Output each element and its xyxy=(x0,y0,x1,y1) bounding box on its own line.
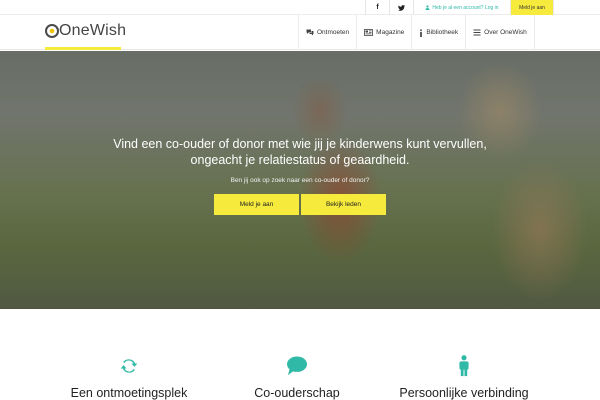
chat-bubbles-icon xyxy=(306,29,314,36)
hero-members-label: Bekijk leden xyxy=(325,201,362,208)
hero-join-label: Meld je aan xyxy=(239,201,274,208)
topbar-join-label: Meld je aan xyxy=(519,4,545,11)
newspaper-icon xyxy=(364,29,374,36)
top-utility-bar: f Heb je al een account? Log in Meld je … xyxy=(0,0,600,15)
nav-item-over-onewish[interactable]: Over OneWish xyxy=(465,15,535,50)
nav-label: Bibliotheek xyxy=(426,29,459,36)
nav-label: Magazine xyxy=(376,29,405,36)
logo-mark-icon xyxy=(45,24,59,38)
nav-item-ontmoeten[interactable]: Ontmoeten xyxy=(298,15,356,50)
user-icon xyxy=(425,5,430,10)
hero-join-button[interactable]: Meld je aan xyxy=(214,194,299,215)
feature-co-parenting: Co-ouderschap xyxy=(222,355,372,400)
info-icon xyxy=(420,28,423,37)
logo-underline xyxy=(45,47,121,50)
hero-title: Vind een co-ouder of donor met wie jij j… xyxy=(0,136,600,168)
feature-label: Een ontmoetingsplek xyxy=(70,386,188,400)
facebook-link[interactable]: f xyxy=(365,0,389,15)
nav-item-bibliotheek[interactable]: Bibliotheek xyxy=(411,15,465,50)
speech-bubble-icon xyxy=(287,356,307,376)
feature-label: Persoonlijke verbinding xyxy=(399,386,529,400)
twitter-icon xyxy=(398,4,405,11)
refresh-icon xyxy=(120,359,138,373)
list-icon xyxy=(473,29,481,36)
hero-subtitle: Ben jij ook op zoek naar een co-ouder of… xyxy=(230,177,370,184)
twitter-link[interactable] xyxy=(389,0,413,15)
hero-title-line-1: Vind een co-ouder of donor met wie jij j… xyxy=(113,137,487,151)
main-nav: Ontmoeten Magazine Bibliotheek Over OneW… xyxy=(298,15,535,50)
person-icon xyxy=(459,355,469,377)
login-link[interactable]: Heb je al een account? Log in xyxy=(413,0,510,15)
logo-text: OneWish xyxy=(59,22,127,39)
feature-meeting-place: Een ontmoetingsplek xyxy=(54,355,204,400)
logo[interactable]: OneWish xyxy=(45,22,126,40)
nav-item-magazine[interactable]: Magazine xyxy=(356,15,411,50)
hero-title-line-2: ongeacht je relatiestatus of geaardheid. xyxy=(190,153,410,167)
login-text: Heb je al een account? Log in xyxy=(432,4,499,11)
feature-label: Co-ouderschap xyxy=(254,386,340,400)
nav-label: Ontmoeten xyxy=(317,29,350,36)
nav-label: Over OneWish xyxy=(484,29,527,36)
hero-section: Vind een co-ouder of donor met wie jij j… xyxy=(0,51,600,309)
feature-personal-connection: Persoonlijke verbinding xyxy=(389,355,539,400)
topbar-join-button[interactable]: Meld je aan xyxy=(510,0,554,15)
facebook-icon: f xyxy=(376,4,379,11)
hero-view-members-button[interactable]: Bekijk leden xyxy=(301,194,386,215)
